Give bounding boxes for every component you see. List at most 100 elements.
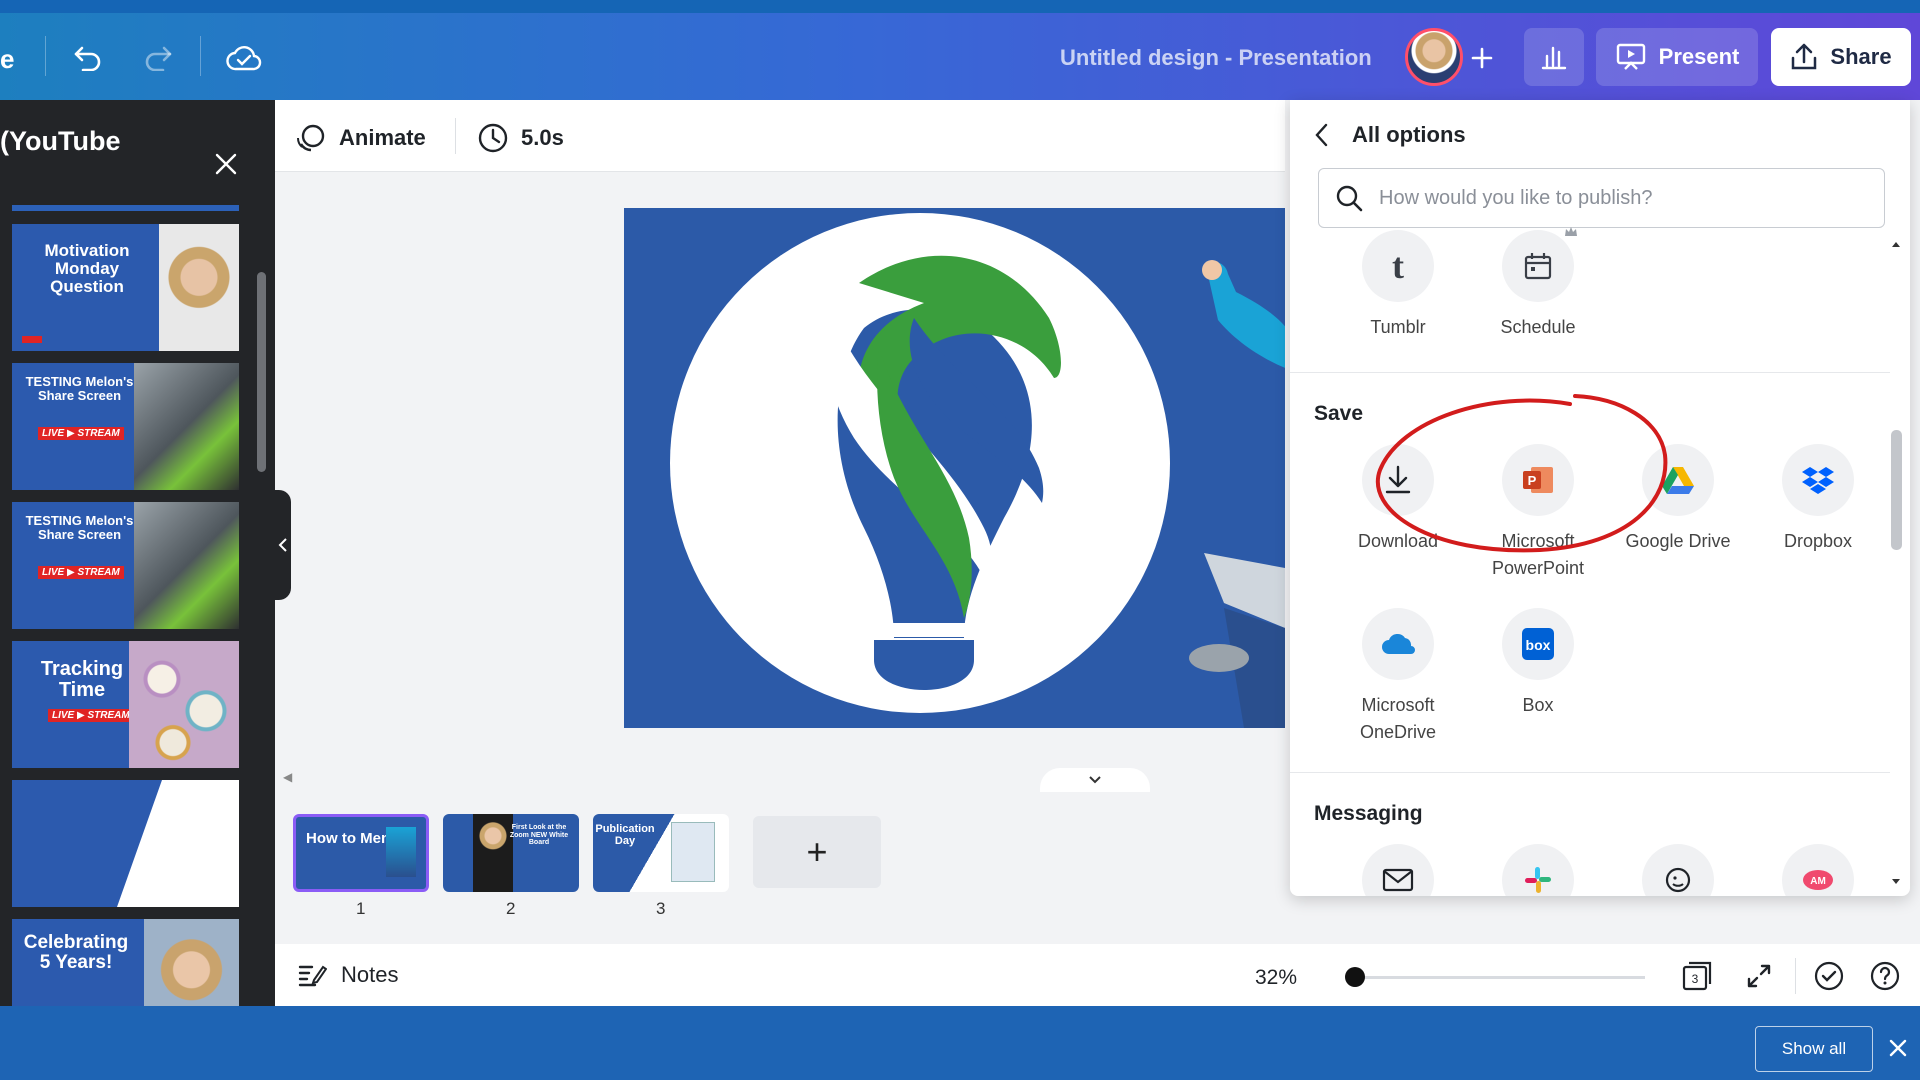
template-thumbnail[interactable] (12, 780, 239, 907)
tumblr-icon: t (1392, 249, 1404, 283)
option-messaging-app[interactable]: AM (1748, 844, 1888, 896)
messaging-section-heading: Messaging (1314, 802, 1423, 825)
toolbar-divider (45, 36, 46, 76)
slack-icon (1525, 867, 1551, 893)
duration-button[interactable]: 5.0s (477, 122, 564, 154)
page-grid-button[interactable]: 3 (1679, 958, 1715, 994)
thumbnail-photo (159, 224, 239, 351)
panel-scrollbar-thumb[interactable] (1891, 430, 1902, 550)
cloud-saved-icon[interactable] (222, 36, 266, 80)
thumbnail-photo (144, 919, 239, 1006)
undo-icon[interactable] (66, 36, 110, 80)
template-thumbnail[interactable]: Celebrating 5 Years! (12, 919, 239, 1006)
sidebar-scrollbar[interactable] (257, 272, 266, 472)
thumbnail-shape (12, 780, 162, 907)
thumbnail-title: TESTING Melon's Share Screen (25, 374, 134, 403)
panel-scrollbar-track[interactable] (1888, 240, 1902, 890)
publish-search-input[interactable] (1379, 186, 1849, 210)
scroll-down-icon[interactable] (1891, 878, 1901, 886)
add-collaborator-icon[interactable] (1460, 36, 1504, 80)
add-page-button[interactable]: + (753, 816, 881, 888)
show-all-button[interactable]: Show all (1755, 1026, 1873, 1072)
animate-label: Animate (339, 125, 426, 150)
top-strip (0, 0, 1920, 13)
fullscreen-button[interactable] (1741, 958, 1777, 994)
messaging-app-icon: AM (1803, 870, 1833, 890)
scroll-up-icon[interactable] (1891, 240, 1901, 248)
option-schedule[interactable]: Schedule (1468, 227, 1608, 341)
collapse-panel-handle[interactable] (275, 490, 291, 600)
template-thumbnail[interactable]: Tracking Time LIVE ▶ STREAM (12, 641, 239, 768)
svg-text:box: box (1526, 637, 1551, 653)
user-avatar[interactable] (1405, 28, 1463, 86)
panel-title: All options (1352, 122, 1466, 147)
scroll-left-icon[interactable]: ◀ (283, 770, 292, 784)
live-stream-badge: LIVE ▶ STREAM (38, 566, 124, 579)
redo-icon[interactable] (136, 36, 180, 80)
search-icon (1336, 185, 1363, 212)
page-count: 3 (1692, 972, 1699, 986)
help-button[interactable] (1867, 958, 1903, 994)
option-microsoft-onedrive[interactable]: Microsoft OneDrive (1328, 608, 1468, 746)
animate-button[interactable]: Animate (295, 122, 426, 154)
template-thumbnail[interactable]: Motivation Monday Question (12, 224, 239, 351)
zoom-percentage[interactable]: 32% (1255, 966, 1297, 990)
back-arrow-icon[interactable] (1314, 123, 1328, 147)
share-upload-icon (1792, 43, 1817, 70)
option-tumblr[interactable]: t Tumblr (1328, 230, 1468, 341)
design-canvas[interactable] (624, 208, 1285, 728)
document-title[interactable]: Untitled design - Presentation (1060, 45, 1372, 71)
option-email[interactable] (1328, 844, 1468, 896)
section-divider (1290, 372, 1890, 373)
insights-button[interactable] (1524, 28, 1584, 86)
mail-icon (1382, 868, 1414, 892)
mailchimp-icon (1665, 867, 1691, 893)
option-download[interactable]: Download (1328, 444, 1468, 555)
option-microsoft-powerpoint[interactable]: P Microsoft PowerPoint (1468, 444, 1608, 582)
share-button[interactable]: Share (1771, 28, 1911, 86)
page-thumbnail-1[interactable]: How to Menti (293, 814, 429, 892)
crown-icon (1565, 227, 1577, 236)
thumbnail-title: Celebrating 5 Years! (23, 932, 129, 973)
option-dropbox[interactable]: Dropbox (1748, 444, 1888, 555)
toolbar-divider (200, 36, 201, 76)
zoom-slider-knob[interactable] (1345, 967, 1365, 987)
present-button[interactable]: Present (1596, 28, 1758, 86)
thumbnail-partial[interactable] (12, 205, 239, 211)
publish-search[interactable] (1318, 168, 1885, 228)
svg-text:AM: AM (1810, 876, 1826, 887)
menu-partial-label[interactable]: e (0, 44, 14, 75)
close-icon[interactable] (212, 150, 240, 178)
bottom-bar: Notes 32% 3 (275, 944, 1920, 1006)
template-thumbnail[interactable]: TESTING Melon's Share Screen LIVE ▶ STRE… (12, 363, 239, 490)
live-stream-badge: LIVE ▶ STREAM (38, 427, 124, 440)
present-label: Present (1658, 44, 1740, 69)
option-google-drive[interactable]: Google Drive (1608, 444, 1748, 555)
calendar-icon (1524, 253, 1552, 280)
option-slack[interactable] (1468, 844, 1608, 896)
close-icon[interactable] (1888, 1038, 1908, 1058)
toolbar-divider (455, 118, 456, 154)
page-number: 1 (356, 899, 366, 918)
page-thumbnail-2[interactable]: First Look at the Zoom NEW White Board (443, 814, 579, 892)
thumbnail-photo (129, 641, 239, 768)
page-thumbnail-title: Publication Day (595, 823, 655, 847)
page-thumbnail-title: First Look at the Zoom NEW White Board (509, 824, 569, 847)
page-thumbnail-figure (671, 822, 715, 882)
all-options-header[interactable]: All options (1314, 122, 1466, 148)
slide-graphic (670, 213, 1285, 728)
page-thumbnail-3[interactable]: Publication Day (593, 814, 729, 892)
template-thumbnail[interactable]: TESTING Melon's Share Screen LIVE ▶ STRE… (12, 502, 239, 629)
check-button[interactable] (1811, 958, 1847, 994)
toolbar-divider (1795, 958, 1796, 994)
share-options-panel: All options t Tumblr Schedule Save Downl… (1290, 100, 1910, 896)
option-mailchimp[interactable] (1608, 844, 1748, 896)
option-label: Google Drive (1625, 531, 1731, 551)
option-box[interactable]: box Box (1468, 608, 1608, 719)
google-drive-icon (1662, 467, 1694, 494)
zoom-slider-track[interactable] (1355, 976, 1645, 979)
page-thumbnail-figure (386, 827, 416, 877)
thumbnail-photo (134, 363, 239, 490)
duration-label: 5.0s (521, 125, 564, 150)
notes-button[interactable]: Notes (297, 962, 398, 988)
